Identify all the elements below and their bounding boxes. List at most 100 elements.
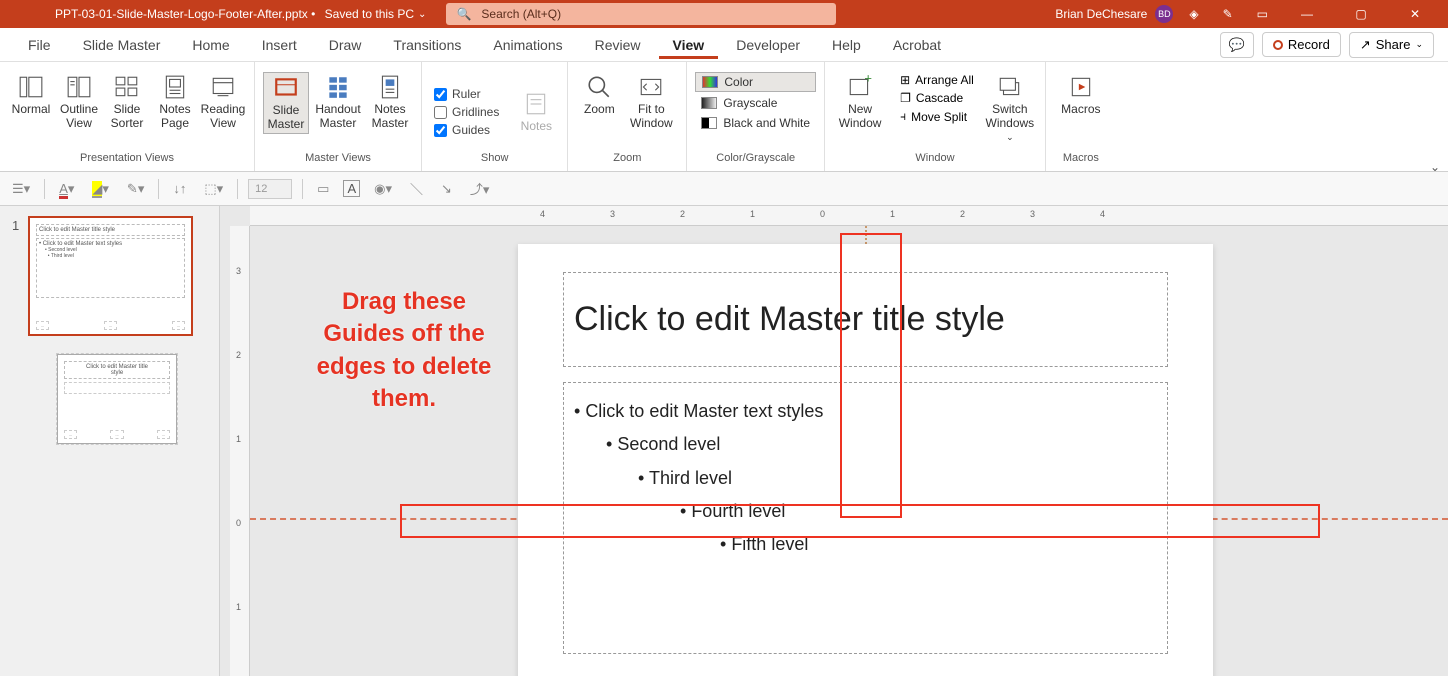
notes-master-button[interactable]: Notes Master	[367, 72, 413, 132]
tab-file[interactable]: File	[14, 31, 65, 59]
tab-view[interactable]: View	[659, 31, 719, 59]
zoom-button[interactable]: Zoom	[576, 72, 622, 118]
collapse-ribbon-icon[interactable]: ⌄	[1430, 160, 1440, 174]
handout-master-button[interactable]: Handout Master	[311, 72, 365, 132]
share-button[interactable]: ↗Share⌄	[1349, 32, 1434, 58]
main-area: 1 Click to edit Master title style • Cli…	[0, 206, 1448, 676]
user-avatar[interactable]: BD	[1155, 5, 1173, 23]
group-macros: Macros Macros	[1046, 62, 1116, 171]
arrange-all-button[interactable]: ⊞Arrange All	[897, 72, 977, 88]
arrange-icon: ⊞	[900, 73, 910, 87]
maximize-button[interactable]: ▢	[1338, 0, 1384, 28]
tab-animations[interactable]: Animations	[479, 31, 576, 59]
slide-number: 1	[12, 216, 28, 233]
gridlines-checkbox[interactable]: Gridlines	[434, 105, 499, 119]
tab-insert[interactable]: Insert	[248, 31, 311, 59]
chevron-down-icon[interactable]: ⌄	[418, 9, 426, 20]
edit-canvas[interactable]: 4 3 2 1 0 1 2 3 4 3 2 1 0 1 2 Drag these…	[220, 206, 1448, 676]
quick-toolbar: ☰▾ A▾ ◢▾ ✎▾ ↓↑ ⬚▾ 12 ▭ A ◉▾ ＼ ↘ ⤴▾	[0, 172, 1448, 206]
group-label: Presentation Views	[80, 152, 174, 167]
sort-icon[interactable]: ↓↑	[169, 179, 190, 198]
tab-acrobat[interactable]: Acrobat	[879, 31, 955, 59]
save-status[interactable]: Saved to this PC	[325, 7, 414, 21]
grayscale-icon	[701, 97, 717, 109]
tab-developer[interactable]: Developer	[722, 31, 814, 59]
ribbon-tabs: File Slide Master Home Insert Draw Trans…	[0, 28, 1448, 62]
group-label: Macros	[1063, 152, 1099, 167]
split-icon: ⫞	[900, 109, 906, 124]
group-master-views: Slide Master Handout Master Notes Master…	[255, 62, 422, 171]
line-icon[interactable]: ＼	[406, 177, 427, 200]
ribbon: Normal Outline View Slide Sorter Notes P…	[0, 62, 1448, 172]
shapes-icon[interactable]: ◉▾	[370, 179, 396, 199]
macros-button[interactable]: Macros	[1054, 72, 1108, 118]
tab-help[interactable]: Help	[818, 31, 875, 59]
diamond-icon[interactable]: ◈	[1181, 7, 1206, 21]
tab-home[interactable]: Home	[178, 31, 243, 59]
file-name: PPT-03-01-Slide-Master-Logo-Footer-After…	[0, 7, 308, 21]
window-mode-icon[interactable]: ▭	[1249, 7, 1276, 21]
horizontal-ruler[interactable]: 4 3 2 1 0 1 2 3 4	[250, 206, 1448, 226]
cascade-button[interactable]: ❐Cascade	[897, 90, 977, 106]
record-button[interactable]: Record	[1262, 32, 1341, 57]
new-window-button[interactable]: +New Window	[833, 72, 887, 132]
chevron-down-icon: ⌄	[1415, 39, 1423, 50]
font-size-input[interactable]: 12	[248, 179, 292, 199]
textbox-icon[interactable]: A	[343, 180, 360, 197]
layout-thumbnail[interactable]: Click to edit Master title style .......…	[57, 354, 177, 444]
vertical-ruler[interactable]: 3 2 1 0 1 2	[230, 226, 250, 676]
color-icon	[702, 76, 718, 88]
switch-windows-button[interactable]: Switch Windows⌄	[983, 72, 1037, 145]
grayscale-button[interactable]: Grayscale	[695, 94, 816, 112]
title-bar: PPT-03-01-Slide-Master-Logo-Footer-After…	[0, 0, 1448, 28]
group-label: Show	[481, 152, 509, 167]
share-icon: ↗	[1360, 37, 1371, 53]
normal-view-button[interactable]: Normal	[8, 72, 54, 118]
arrange-icon[interactable]: ⬚▾	[200, 179, 227, 199]
group-zoom: Zoom Fit to Window Zoom	[568, 62, 687, 171]
highlight-box-horizontal	[400, 504, 1320, 538]
color-button[interactable]: Color	[695, 72, 816, 92]
cascade-icon: ❐	[900, 91, 911, 105]
align-left-icon[interactable]: ☰▾	[8, 179, 34, 199]
move-split-button[interactable]: ⫞Move Split	[897, 108, 977, 125]
tab-review[interactable]: Review	[581, 31, 655, 59]
slide-master-button[interactable]: Slide Master	[263, 72, 309, 134]
bw-icon	[701, 117, 717, 129]
group-label: Zoom	[613, 152, 641, 167]
pen-icon[interactable]: ✎▾	[123, 179, 148, 199]
highlight-icon[interactable]: ◢▾	[88, 179, 113, 199]
group-show: Ruler Gridlines Guides Notes Show	[422, 62, 568, 171]
record-icon	[1273, 40, 1283, 50]
group-presentation-views: Normal Outline View Slide Sorter Notes P…	[0, 62, 255, 171]
arrow-icon[interactable]: ↘	[437, 179, 456, 199]
svg-text:+: +	[864, 74, 872, 86]
font-color-icon[interactable]: A▾	[55, 179, 78, 199]
group-color-grayscale: Color Grayscale Black and White Color/Gr…	[687, 62, 825, 171]
search-icon: 🔍	[456, 7, 471, 21]
guides-checkbox[interactable]: Guides	[434, 123, 499, 137]
pen-icon[interactable]: ✎	[1215, 7, 1241, 21]
tab-slide-master[interactable]: Slide Master	[69, 31, 175, 59]
tab-transitions[interactable]: Transitions	[379, 31, 475, 59]
minimize-button[interactable]: —	[1284, 0, 1330, 28]
ruler-checkbox[interactable]: Ruler	[434, 87, 499, 101]
search-input[interactable]: 🔍 Search (Alt+Q)	[446, 3, 836, 25]
comments-button[interactable]: 💬	[1220, 32, 1254, 58]
outline-view-button[interactable]: Outline View	[56, 72, 102, 132]
tab-draw[interactable]: Draw	[315, 31, 376, 59]
annotation-text: Drag these Guides off the edges to delet…	[304, 286, 504, 416]
notes-page-button[interactable]: Notes Page	[152, 72, 198, 132]
fit-to-window-button[interactable]: Fit to Window	[624, 72, 678, 132]
rectangle-shape-icon[interactable]: ▭	[313, 179, 333, 199]
slide-sorter-button[interactable]: Slide Sorter	[104, 72, 150, 132]
master-thumbnail[interactable]: Click to edit Master title style • Click…	[28, 216, 193, 336]
user-name[interactable]: Brian DeChesare	[1055, 7, 1147, 21]
close-button[interactable]: ✕	[1392, 0, 1438, 28]
connector-icon[interactable]: ⤴▾	[466, 177, 494, 200]
group-label: Master Views	[305, 152, 371, 167]
group-label: Color/Grayscale	[716, 152, 795, 167]
reading-view-button[interactable]: Reading View	[200, 72, 246, 132]
black-white-button[interactable]: Black and White	[695, 114, 816, 132]
notes-button[interactable]: Notes	[513, 89, 559, 135]
